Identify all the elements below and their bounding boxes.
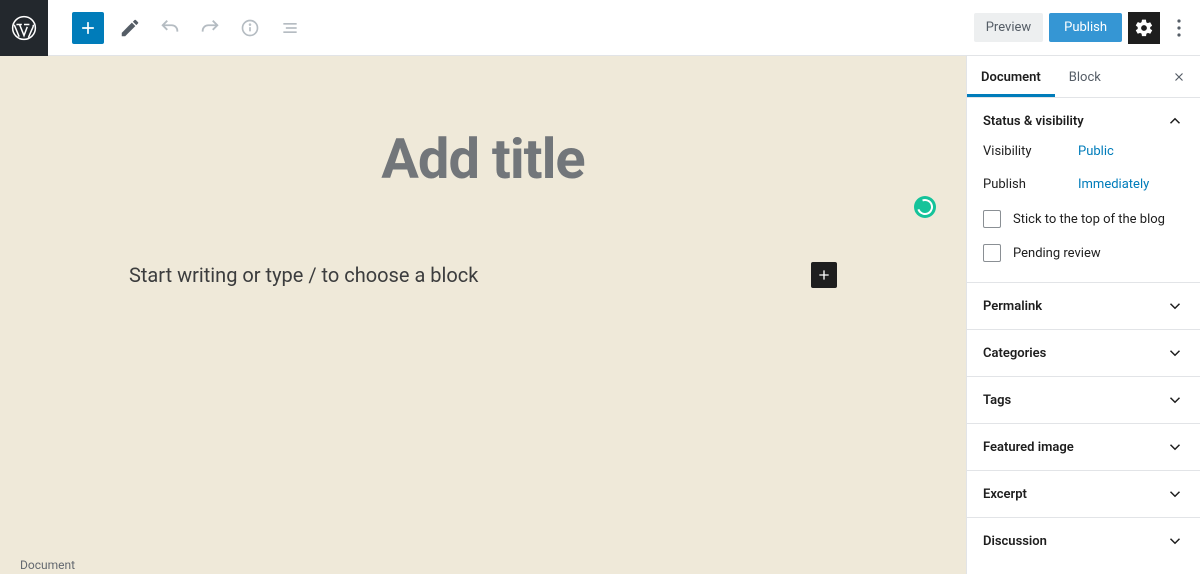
publish-time-value-link[interactable]: Immediately xyxy=(1078,177,1149,192)
panel-discussion-toggle[interactable]: Discussion xyxy=(967,518,1200,564)
chevron-down-icon xyxy=(1166,391,1184,409)
chevron-down-icon xyxy=(1166,344,1184,362)
panel-discussion-heading: Discussion xyxy=(983,534,1047,549)
panel-excerpt: Excerpt xyxy=(967,471,1200,518)
panel-discussion: Discussion xyxy=(967,518,1200,564)
panel-status-heading: Status & visibility xyxy=(983,114,1084,129)
outline-button[interactable] xyxy=(276,14,304,42)
panel-featured-image-heading: Featured image xyxy=(983,440,1074,455)
tab-block[interactable]: Block xyxy=(1055,56,1115,97)
sidebar-tabs: Document Block xyxy=(967,56,1200,98)
toolbar-left xyxy=(48,12,304,44)
chevron-down-icon xyxy=(1166,485,1184,503)
sticky-label: Stick to the top of the blog xyxy=(1013,212,1165,227)
undo-icon xyxy=(159,17,181,39)
inline-add-block-button[interactable] xyxy=(811,262,837,288)
panel-status-visibility: Status & visibility Visibility Public Pu… xyxy=(967,98,1200,283)
wordpress-icon xyxy=(11,15,37,41)
main-area: Add title Start writing or type / to cho… xyxy=(0,56,1200,574)
info-button[interactable] xyxy=(236,14,264,42)
panel-tags-toggle[interactable]: Tags xyxy=(967,377,1200,423)
settings-toggle-button[interactable] xyxy=(1128,12,1160,44)
chevron-down-icon xyxy=(1166,532,1184,550)
publish-time-label: Publish xyxy=(983,177,1078,192)
pending-review-label: Pending review xyxy=(1013,246,1101,261)
more-options-button[interactable] xyxy=(1166,12,1192,44)
panel-featured-image: Featured image xyxy=(967,424,1200,471)
panel-categories-heading: Categories xyxy=(983,346,1046,361)
add-block-button[interactable] xyxy=(72,12,104,44)
grammarly-icon[interactable] xyxy=(914,196,936,218)
redo-icon xyxy=(199,17,221,39)
close-icon xyxy=(1172,70,1186,84)
undo-button[interactable] xyxy=(156,14,184,42)
settings-sidebar: Document Block Status & visibility Visib… xyxy=(966,56,1200,574)
wordpress-logo-button[interactable] xyxy=(0,0,48,56)
pending-review-checkbox[interactable] xyxy=(983,244,1001,262)
top-toolbar: Preview Publish xyxy=(0,0,1200,56)
outline-icon xyxy=(280,18,300,38)
panel-tags-heading: Tags xyxy=(983,393,1011,408)
panel-permalink-heading: Permalink xyxy=(983,299,1042,314)
panel-status-toggle[interactable]: Status & visibility xyxy=(967,98,1200,144)
panel-excerpt-heading: Excerpt xyxy=(983,487,1027,502)
block-placeholder-text: Start writing or type / to choose a bloc… xyxy=(129,263,478,287)
footer-breadcrumb: Document xyxy=(20,558,75,572)
panel-categories-toggle[interactable]: Categories xyxy=(967,330,1200,376)
chevron-down-icon xyxy=(1166,297,1184,315)
panel-featured-image-toggle[interactable]: Featured image xyxy=(967,424,1200,470)
panel-permalink-toggle[interactable]: Permalink xyxy=(967,283,1200,329)
tab-document[interactable]: Document xyxy=(967,56,1055,97)
kebab-icon xyxy=(1177,19,1181,37)
toolbar-right: Preview Publish xyxy=(974,12,1192,44)
panel-permalink: Permalink xyxy=(967,283,1200,330)
preview-button[interactable]: Preview xyxy=(974,13,1043,42)
info-icon xyxy=(240,18,260,38)
redo-button[interactable] xyxy=(196,14,224,42)
plus-icon xyxy=(78,18,98,38)
edit-mode-button[interactable] xyxy=(116,14,144,42)
plus-icon xyxy=(816,267,832,283)
panel-categories: Categories xyxy=(967,330,1200,377)
visibility-value-link[interactable]: Public xyxy=(1078,144,1114,159)
pencil-icon xyxy=(119,17,141,39)
publish-button[interactable]: Publish xyxy=(1049,13,1122,42)
chevron-up-icon xyxy=(1166,112,1184,130)
visibility-label: Visibility xyxy=(983,144,1078,159)
default-block[interactable]: Start writing or type / to choose a bloc… xyxy=(123,262,843,288)
editor-canvas[interactable]: Add title Start writing or type / to cho… xyxy=(0,56,966,574)
panel-excerpt-toggle[interactable]: Excerpt xyxy=(967,471,1200,517)
post-title-input[interactable]: Add title xyxy=(123,126,843,192)
close-sidebar-button[interactable] xyxy=(1158,70,1200,84)
gear-icon xyxy=(1134,18,1154,38)
chevron-down-icon xyxy=(1166,438,1184,456)
sticky-checkbox[interactable] xyxy=(983,210,1001,228)
panel-tags: Tags xyxy=(967,377,1200,424)
